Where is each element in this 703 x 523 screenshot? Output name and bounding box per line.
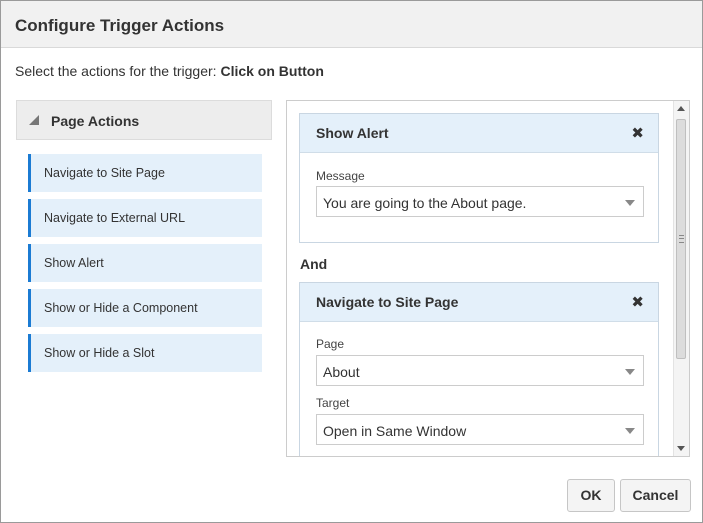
collapse-triangle-icon[interactable] bbox=[29, 115, 39, 125]
action-item-label: Navigate to Site Page bbox=[44, 166, 165, 180]
close-icon[interactable]: ✖ bbox=[631, 293, 644, 311]
chevron-down-icon[interactable] bbox=[625, 369, 635, 375]
configure-trigger-dialog: Configure Trigger Actions Select the act… bbox=[0, 0, 703, 523]
vertical-scrollbar[interactable] bbox=[673, 101, 689, 456]
page-label: Page bbox=[316, 337, 345, 351]
message-label: Message bbox=[316, 169, 365, 183]
action-item-label: Navigate to External URL bbox=[44, 211, 186, 225]
target-value: Open in Same Window bbox=[323, 423, 467, 439]
show-alert-card-header: Show Alert ✖ bbox=[300, 114, 658, 153]
action-item-label: Show or Hide a Component bbox=[44, 301, 198, 315]
trigger-description-prefix: Select the actions for the trigger: bbox=[15, 63, 221, 79]
message-value: You are going to the About page. bbox=[323, 195, 527, 211]
navigate-card-header: Navigate to Site Page ✖ bbox=[300, 283, 658, 322]
close-icon[interactable]: ✖ bbox=[631, 124, 644, 142]
action-item-show-or-hide-slot[interactable]: Show or Hide a Slot bbox=[28, 334, 262, 372]
chevron-down-icon[interactable] bbox=[625, 428, 635, 434]
ok-button[interactable]: OK bbox=[567, 479, 615, 512]
page-actions-header[interactable]: Page Actions bbox=[16, 100, 272, 140]
action-item-show-or-hide-component[interactable]: Show or Hide a Component bbox=[28, 289, 262, 327]
scroll-up-arrow-icon[interactable] bbox=[677, 106, 685, 111]
target-label: Target bbox=[316, 396, 350, 410]
page-actions-label: Page Actions bbox=[51, 113, 140, 129]
scroll-down-arrow-icon[interactable] bbox=[677, 446, 685, 451]
selected-actions-panel: Show Alert ✖ Message You are going to th… bbox=[286, 100, 690, 457]
page-select[interactable]: About bbox=[316, 355, 644, 386]
scrollbar-thumb[interactable] bbox=[676, 119, 686, 359]
trigger-description: Select the actions for the trigger: Clic… bbox=[15, 63, 324, 79]
page-value: About bbox=[323, 364, 360, 380]
cancel-button[interactable]: Cancel bbox=[620, 479, 691, 512]
action-item-navigate-to-site-page[interactable]: Navigate to Site Page bbox=[28, 154, 262, 192]
chevron-down-icon[interactable] bbox=[625, 200, 635, 206]
show-alert-card: Show Alert ✖ Message You are going to th… bbox=[299, 113, 659, 243]
dialog-titlebar: Configure Trigger Actions bbox=[1, 1, 702, 48]
trigger-name: Click on Button bbox=[220, 63, 324, 79]
action-item-show-alert[interactable]: Show Alert bbox=[28, 244, 262, 282]
navigate-title: Navigate to Site Page bbox=[316, 294, 459, 310]
message-select[interactable]: You are going to the About page. bbox=[316, 186, 644, 217]
action-item-label: Show Alert bbox=[44, 256, 104, 270]
and-connector: And bbox=[300, 256, 328, 272]
action-item-navigate-to-external-url[interactable]: Navigate to External URL bbox=[28, 199, 262, 237]
grip-icon bbox=[679, 235, 684, 243]
dialog-title: Configure Trigger Actions bbox=[15, 16, 225, 35]
action-item-label: Show or Hide a Slot bbox=[44, 346, 155, 360]
target-select[interactable]: Open in Same Window bbox=[316, 414, 644, 445]
navigate-to-site-page-card: Navigate to Site Page ✖ Page About Targe… bbox=[299, 282, 659, 456]
show-alert-title: Show Alert bbox=[316, 125, 389, 141]
